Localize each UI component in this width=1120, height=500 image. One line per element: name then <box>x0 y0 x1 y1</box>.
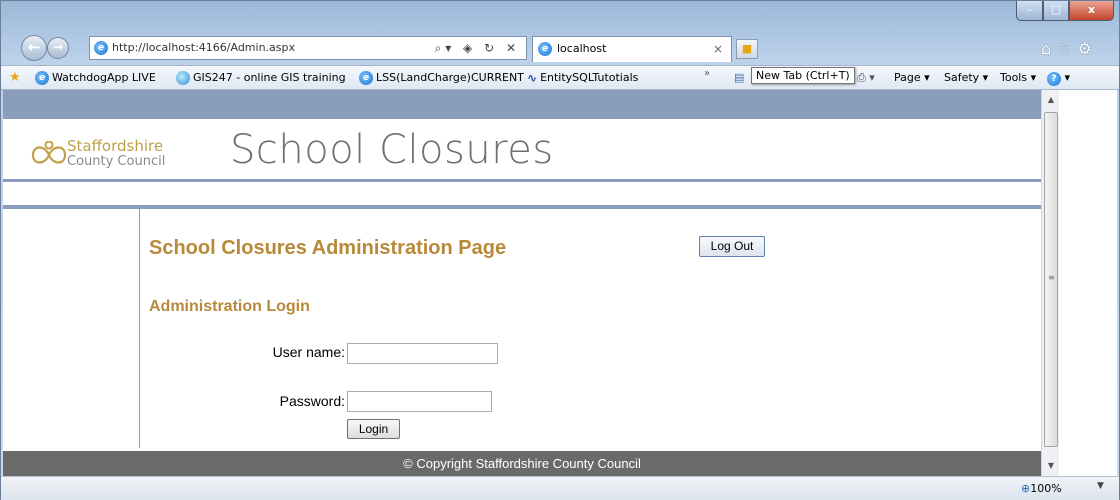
favorite-label: WatchdogApp LIVE <box>52 71 156 84</box>
grip-icon: ≡ <box>1048 273 1055 282</box>
favorite-label: GIS247 - online GIS training <box>193 71 346 84</box>
browser-window: – ▢ x ← → e http://localhost:4166/Admin.… <box>0 0 1120 500</box>
zoom-icon: ⊕ <box>1021 482 1031 495</box>
logo-line2: County Council <box>67 154 166 169</box>
menu-tools[interactable]: Tools ▾ <box>1000 70 1036 86</box>
favorites-star-icon[interactable]: ★ <box>9 70 21 86</box>
favorite-link-watchdog[interactable]: e WatchdogApp LIVE <box>35 70 156 86</box>
star-icon[interactable]: ☆ <box>1057 39 1077 58</box>
favorite-label: LSS(LandCharge)CURRENT <box>376 71 524 84</box>
logout-button[interactable]: Log Out <box>699 236 765 257</box>
title-bar: – ▢ x <box>1 1 1119 31</box>
username-input[interactable] <box>347 343 498 364</box>
feeds-icon[interactable]: ▤ <box>734 70 744 86</box>
globe-icon <box>176 71 190 85</box>
home-icon[interactable]: ⌂ <box>1041 39 1057 58</box>
scroll-up-arrow-icon[interactable]: ▲ <box>1043 92 1059 108</box>
minimize-button[interactable]: – <box>1016 1 1043 21</box>
scrollbar-thumb[interactable]: ≡ <box>1044 112 1058 447</box>
maximize-button[interactable]: ▢ <box>1043 1 1069 21</box>
address-text: http://localhost:4166/Admin.aspx <box>112 41 295 54</box>
page-title: School Closures Administration Page <box>149 237 507 259</box>
back-button[interactable]: ← <box>21 35 47 61</box>
site-header: Staffordshire County Council School Clos… <box>3 119 1041 179</box>
tab-localhost[interactable]: e localhost × <box>532 36 732 62</box>
zoom-dropdown-icon[interactable]: ▼ <box>1097 481 1104 491</box>
footer-copyright: © Copyright Staffordshire County Council <box>3 451 1041 476</box>
close-button[interactable]: x <box>1069 1 1114 21</box>
new-tab-tooltip: New Tab (Ctrl+T) <box>751 67 855 84</box>
content-divider <box>3 205 1041 209</box>
tab-title: localhost <box>557 42 607 55</box>
home-favorites-tools-icons[interactable]: ⌂☆⚙ <box>1041 39 1098 58</box>
favorites-more-chevron[interactable]: » <box>704 68 710 79</box>
navigation-bar: ← → e http://localhost:4166/Admin.aspx ⌕… <box>1 31 1119 65</box>
password-input[interactable] <box>347 391 492 412</box>
vertical-scrollbar[interactable]: ▲ ≡ ▼ <box>1041 90 1059 476</box>
scroll-down-arrow-icon[interactable]: ▼ <box>1043 458 1059 474</box>
zoom-value: 100% <box>1030 482 1062 495</box>
favorite-label: EntitySQLTutotials <box>540 71 639 84</box>
new-tab-button[interactable]: ■ <box>736 39 758 59</box>
page-viewport: Staffordshire County Council School Clos… <box>3 90 1041 476</box>
staffordshire-logo: Staffordshire County Council <box>29 135 189 175</box>
username-label: User name: <box>272 344 345 360</box>
print-icon[interactable]: ⎙ ▾ <box>857 70 875 86</box>
tab-close-icon[interactable]: × <box>713 37 723 61</box>
favorite-link-entitysql[interactable]: ∿ EntitySQLTutotials <box>527 70 638 86</box>
login-button[interactable]: Login <box>347 419 400 439</box>
zoom-level[interactable]: ⊕100% <box>1021 482 1062 495</box>
forward-button[interactable]: → <box>47 37 69 59</box>
password-label: Password: <box>279 393 345 409</box>
menu-page[interactable]: Page ▾ <box>894 70 930 86</box>
address-bar[interactable]: e http://localhost:4166/Admin.aspx ⌕▾ ◈ … <box>89 36 527 60</box>
logo-text: Staffordshire County Council <box>67 138 165 170</box>
site-title: School Closures <box>230 127 554 173</box>
ie-icon: e <box>359 71 373 85</box>
favorite-link-lss[interactable]: e LSS(LandCharge)CURRENT <box>359 70 524 86</box>
left-column-divider <box>139 209 140 448</box>
favorite-link-gis247[interactable]: GIS247 - online GIS training <box>176 70 346 86</box>
ie-tab-icon: e <box>538 42 552 56</box>
header-divider <box>3 179 1041 182</box>
stafford-knot-icon <box>31 141 67 164</box>
gear-icon[interactable]: ⚙ <box>1078 39 1098 58</box>
top-band <box>3 90 1041 119</box>
login-heading: Administration Login <box>149 298 310 315</box>
address-controls[interactable]: ⌕▾ ◈ ↻ ✕ <box>434 37 520 59</box>
ie-icon: e <box>35 71 49 85</box>
menu-safety[interactable]: Safety ▾ <box>944 70 988 86</box>
window-right-margin <box>1059 90 1117 476</box>
entity-icon: ∿ <box>527 71 538 85</box>
help-icon[interactable]: ? ▾ <box>1047 70 1070 86</box>
status-bar: ⊕100% ▼ <box>1 476 1119 500</box>
logo-line1: Staffordshire <box>67 137 164 155</box>
ie-page-icon: e <box>94 41 108 55</box>
favorites-bar: ★ e WatchdogApp LIVE GIS247 - online GIS … <box>1 65 1119 90</box>
